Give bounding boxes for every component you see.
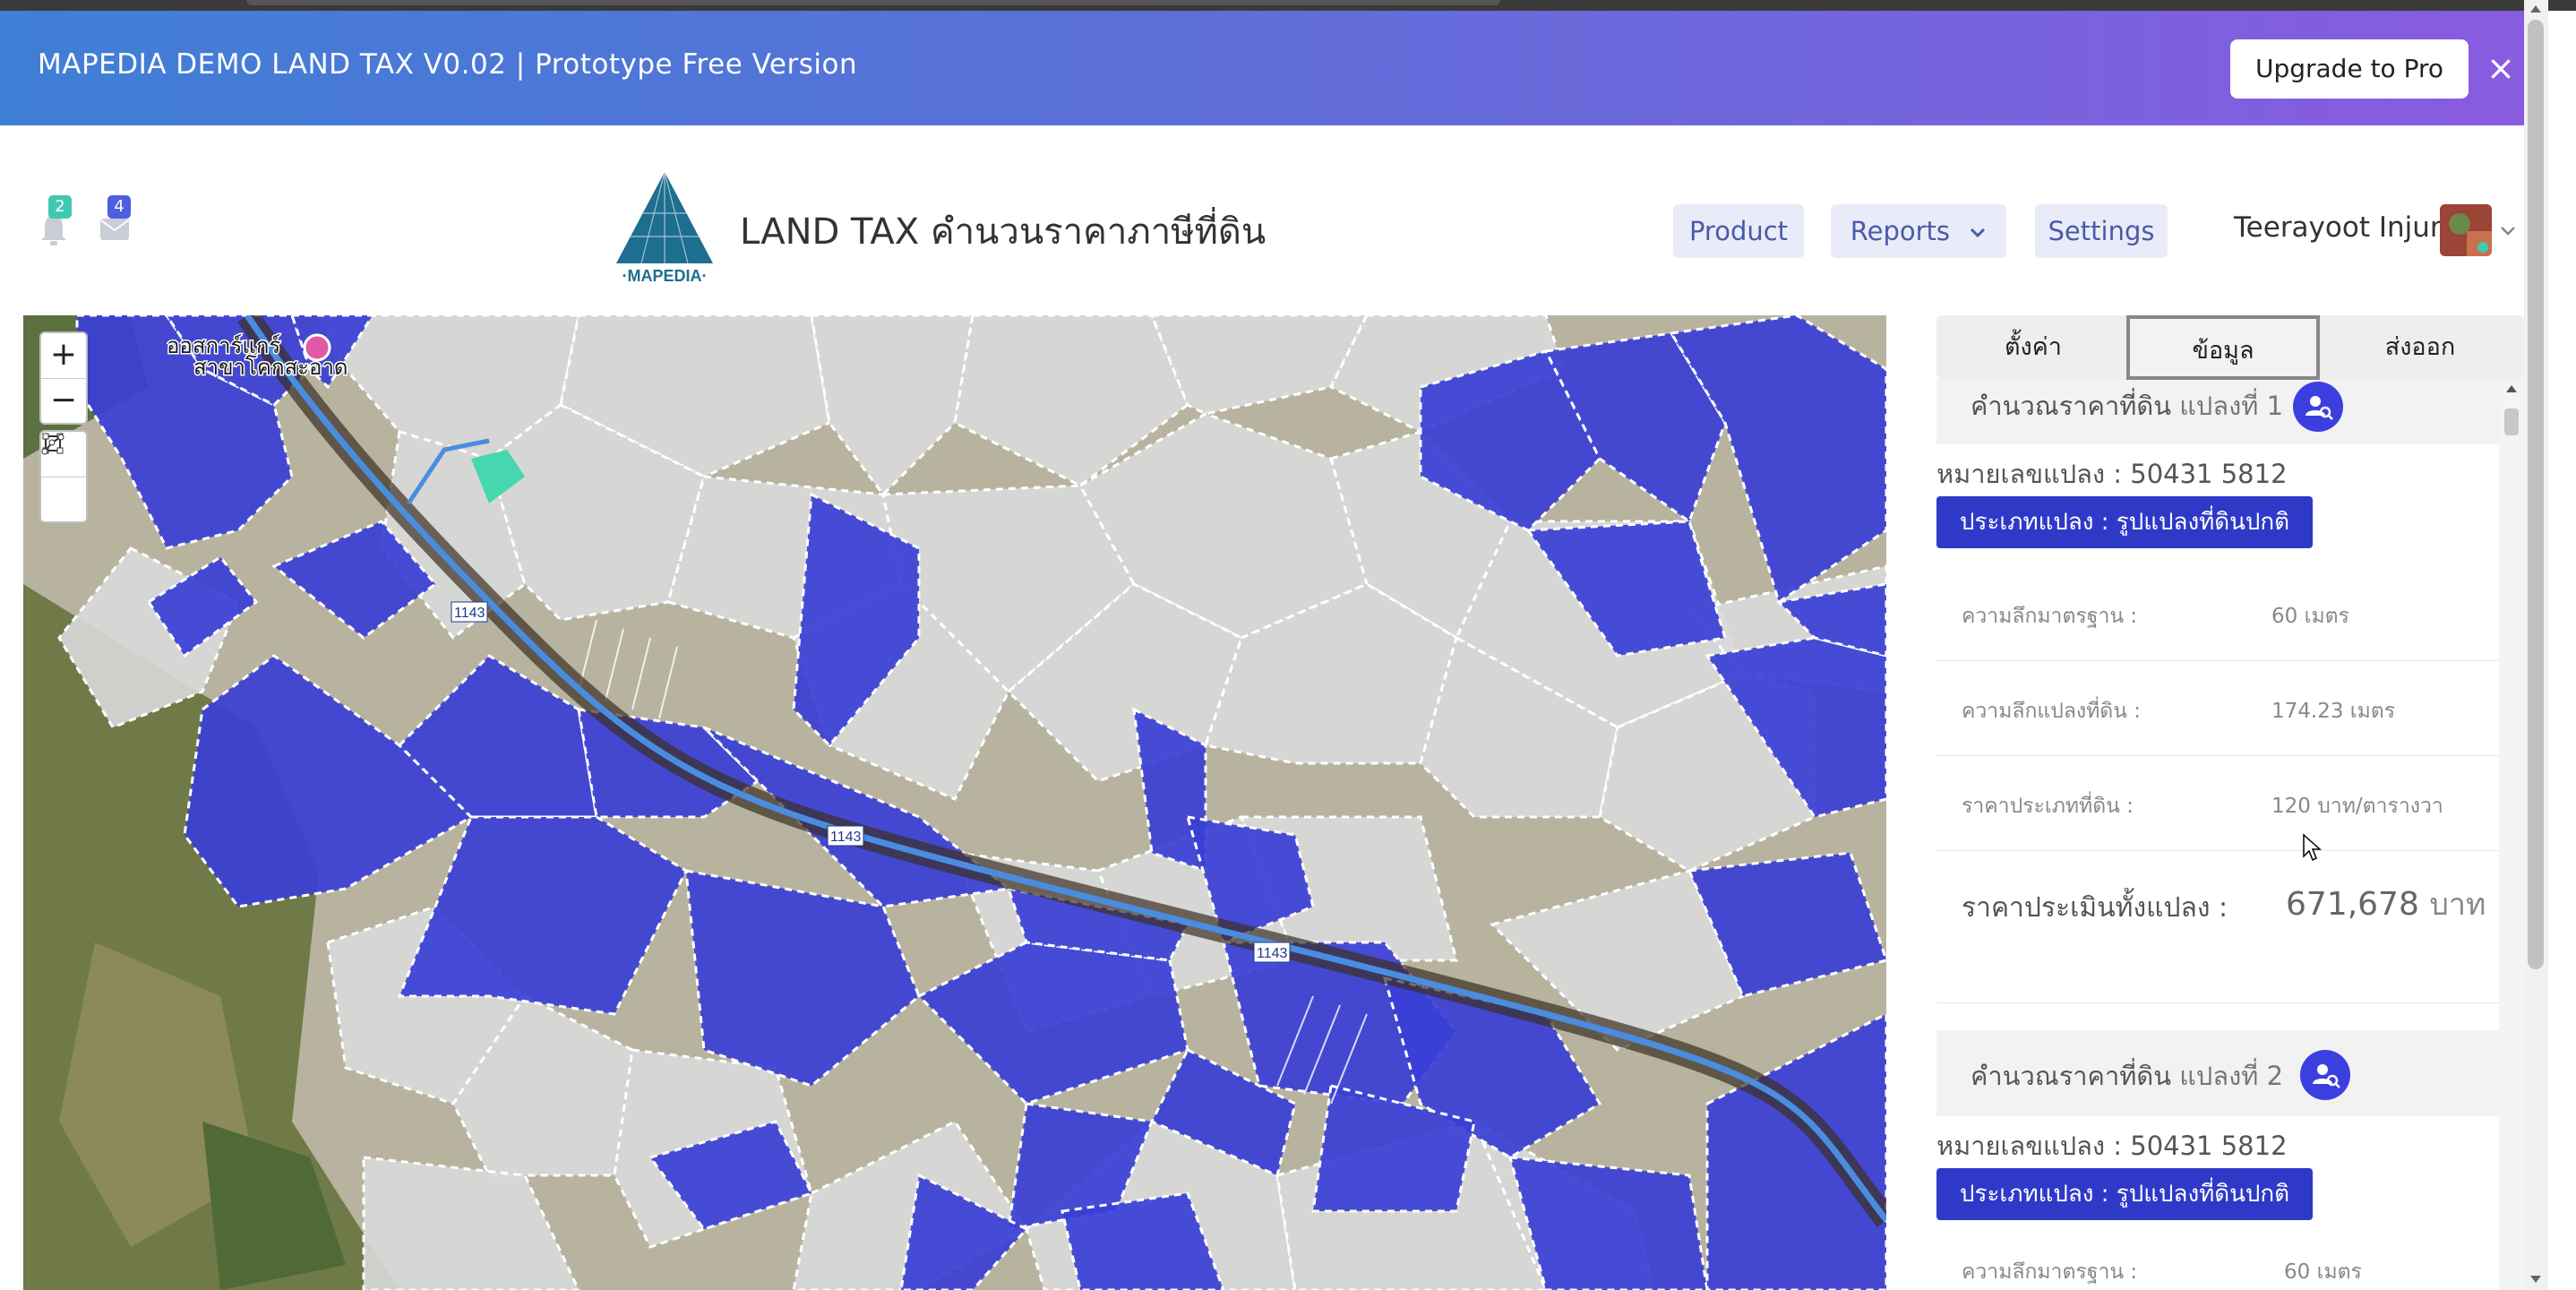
section-title-1: คำนวณราคาที่ดิน แปลงที่ 1 [1971,385,2283,426]
tab-info[interactable]: ข้อมูล [2126,315,2320,380]
draw-polyline-icon[interactable] [41,434,86,521]
chevron-down-icon [1969,204,1987,258]
user-chevron-icon[interactable] [2499,224,2517,241]
total-row: ราคาประเมินทั้งแปลง : 671,678 บาท [1936,851,2499,1003]
parcel-number: แปลงที่ 1 [2179,391,2284,421]
bell-badge: 2 [48,195,72,219]
parcel-id: หมายเลขแปลง : 50431 5812 [1936,459,2288,489]
mail-icon[interactable] [99,215,131,242]
total-value: 671,678 บาท [2286,880,2486,928]
row-value: 60 เมตร [2271,605,2349,628]
total-label: ราคาประเมินทั้งแปลง : [1962,892,2228,924]
section-title-text: คำนวณราคาที่ดิน [1971,391,2172,421]
section-title-text: คำนวณราคาที่ดิน [1971,1061,2172,1091]
mail-badge: 4 [107,195,131,219]
mapedia-logo: ·MAPEDIA· [611,170,718,285]
avatar[interactable] [2440,204,2492,256]
tab-export[interactable]: ส่งออก [2323,315,2517,380]
map-view[interactable]: 1143 1143 1143 ออสการ์แกร์ สาขาโคกสะอาด … [23,315,1886,1290]
info-panel: ตั้งค่า ข้อมูล ส่งออก คำนวณราคาที่ดิน แป… [1936,315,2524,1290]
total-unit: บาท [2429,887,2486,923]
road-label-2: 1143 [830,830,862,845]
zoom-out-button[interactable]: − [41,378,86,423]
panel-tabs: ตั้งค่า ข้อมูล ส่งออก [1936,315,2524,380]
road-label-1: 1143 [454,606,485,621]
user-name[interactable]: Teerayoot Injun [2234,211,2448,244]
browser-top-strip [0,0,2576,11]
mouse-cursor-icon [2302,833,2323,867]
logo-text: ·MAPEDIA· [623,267,708,285]
parcel-number: แปลงที่ 2 [2179,1061,2284,1091]
page-scroll-up-icon [2530,5,2541,13]
row-label: ความลึกแปลงที่ดิน : [1962,700,2142,723]
page-scroll-thumb[interactable] [2528,20,2544,969]
user-search-icon[interactable] [2293,382,2343,432]
scroll-up-icon [2506,385,2517,392]
page-scroll-down-icon [2530,1276,2541,1283]
total-amount: 671,678 [2286,886,2419,923]
section-header-2: คำนวณราคาที่ดิน แปลงที่ 2 [1936,1030,2499,1116]
tab-settings[interactable]: ตั้งค่า [1936,315,2130,380]
product-button[interactable]: Product [1673,204,1804,258]
app-title: LAND TAX คำนวนราคาภาษีที่ดิน [740,211,1267,253]
place-pin-icon [303,333,331,362]
page-scrollbar[interactable] [2524,0,2548,1290]
promo-banner: MAPEDIA DEMO LAND TAX V0.02 | Prototype … [0,11,2548,125]
close-icon[interactable]: × [2481,48,2520,88]
draw-toolbar [39,430,88,523]
parcel-type-button[interactable]: ประเภทแปลง : รูปแปลงที่ดินปกติ [1936,1168,2314,1220]
row-label: ราคาประเภทที่ดิน : [1962,795,2134,818]
info-row: ความลึกแปลงที่ดิน : 174.23 เมตร [1936,661,2499,756]
info-row: ราคาประเภทที่ดิน : 120 บาท/ตารางวา [1936,756,2499,851]
row-value: 174.23 เมตร [2271,700,2396,723]
reports-label: Reports [1850,216,1951,246]
info-row: ความลึกมาตรฐาน : 60 เมตร [1936,1238,2499,1290]
section-header-1: คำนวณราคาที่ดิน แปลงที่ 1 [1936,380,2499,444]
panel-scroll-thumb[interactable] [2504,408,2519,435]
section-title-2: คำนวณราคาที่ดิน แปลงที่ 2 [1971,1055,2283,1096]
panel-scrollbar[interactable] [2499,380,2524,1290]
promo-title: MAPEDIA DEMO LAND TAX V0.02 | Prototype … [38,48,858,81]
row-label: ความลึกมาตรฐาน : [1962,1260,2138,1284]
browser-tab-strip [246,0,1500,5]
zoom-control: + − [39,331,88,425]
row-value: 120 บาท/ตารางวา [2271,795,2443,818]
road-label-3: 1143 [1257,946,1288,961]
settings-button[interactable]: Settings [2035,204,2168,258]
parcel-type-button[interactable]: ประเภทแปลง : รูปแปลงที่ดินปกติ [1936,496,2314,548]
panel-content[interactable]: คำนวณราคาที่ดิน แปลงที่ 1 หมายเลขแปลง : … [1936,380,2499,1290]
info-row: ความลึกมาตรฐาน : 60 เมตร [1936,566,2499,661]
user-search-icon[interactable] [2300,1050,2350,1100]
map-canvas: 1143 1143 1143 ออสการ์แกร์ สาขาโคกสะอาด [23,315,1886,1290]
parcel-id: หมายเลขแปลง : 50431 5812 [1936,1131,2288,1161]
zoom-in-button[interactable]: + [41,333,86,378]
upgrade-button[interactable]: Upgrade to Pro [2230,39,2469,99]
reports-dropdown[interactable]: Reports [1831,204,2006,258]
row-value: 60 เมตร [2284,1260,2362,1284]
row-label: ความลึกมาตรฐาน : [1962,605,2138,628]
